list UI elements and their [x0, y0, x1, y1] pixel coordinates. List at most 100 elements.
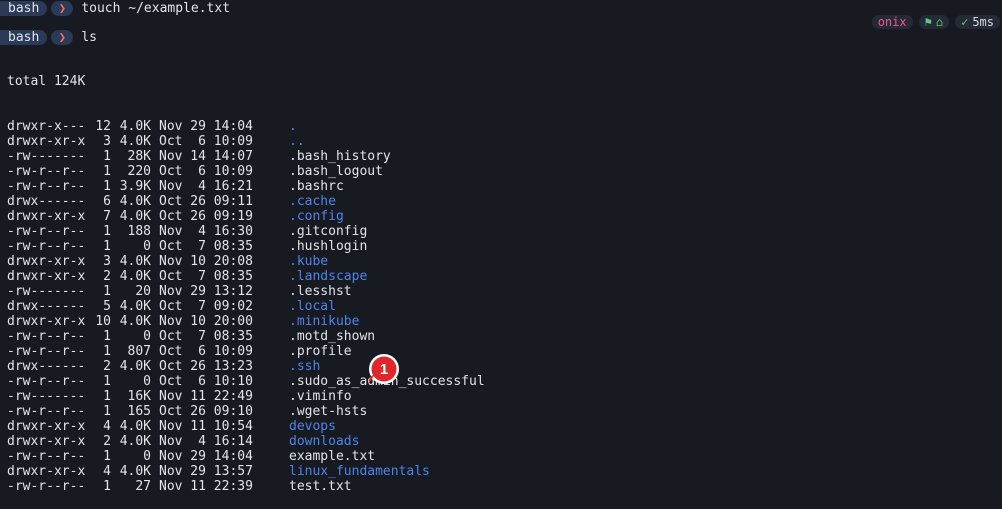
permissions-cell: -rw-r--r-- [7, 374, 86, 389]
size-cell: 4.0K [119, 419, 151, 434]
date-cell: Nov 11 22:39 [159, 479, 253, 494]
link-count-cell: 1 [103, 374, 111, 389]
date-cell: Nov 29 14:04 [159, 449, 253, 464]
prompt-arrow-icon: ❯ [51, 29, 74, 45]
size-cell: 165 [127, 404, 151, 419]
filename-cell: downloads [289, 434, 360, 449]
check-icon: ✓ [961, 15, 969, 29]
folder-icon: ⚑ [924, 15, 932, 29]
ls-output: total 124K drwxr-x--- 12 4.0K Nov 29 14:04.… [7, 44, 485, 509]
date-cell: Nov 11 22:49 [159, 389, 253, 404]
date-cell: Oct 6 10:10 [159, 374, 253, 389]
permissions-cell: -rw-r--r-- [7, 164, 86, 179]
home-icon: ⌂ [935, 15, 944, 29]
link-count-cell: 3 [103, 254, 111, 269]
size-cell: 4.0K [119, 434, 151, 449]
right-status-bar: onix ⚑ ⌂ ✓ 5ms [871, 15, 1000, 29]
list-item: -rw-r--r-- 1 3.9K Nov 4 16:21 .bashrc [7, 179, 485, 194]
list-item: drwxr-xr-x 10 4.0K Nov 10 20:00 .minikube [7, 314, 485, 329]
list-item: drwx------ 2 4.0K Oct 26 13:23 .ssh [7, 359, 485, 374]
link-count-cell: 1 [103, 329, 111, 344]
hostname-badge: onix [871, 15, 913, 29]
link-count-cell: 4 [103, 419, 111, 434]
filename-cell: .. [289, 134, 305, 149]
list-item: drwxr-xr-x 2 4.0K Oct 7 08:35 .landscape [7, 269, 485, 284]
size-cell: 0 [143, 449, 151, 464]
date-cell: Nov 29 13:12 [159, 284, 253, 299]
total-line: total 124K [7, 74, 86, 89]
permissions-cell: -rw-r--r-- [7, 344, 86, 359]
link-count-cell: 2 [103, 434, 111, 449]
permissions-cell: drwxr-xr-x [7, 134, 86, 149]
list-item: -rw-r--r-- 1 188 Nov 4 16:30 .gitconfig [7, 224, 485, 239]
date-cell: Nov 29 13:57 [159, 464, 253, 479]
list-item: drwx------ 5 4.0K Oct 7 09:02 .local [7, 299, 485, 314]
permissions-cell: drwxr-x--- [7, 119, 86, 134]
list-item: drwx------ 6 4.0K Oct 26 09:11 .cache [7, 194, 485, 209]
size-cell: 4.0K [119, 359, 151, 374]
list-item: drwxr-xr-x 2 4.0K Nov 4 16:14 downloads [7, 434, 485, 449]
size-cell: 16K [127, 389, 151, 404]
marker-label: 1 [380, 361, 388, 378]
size-cell: 4.0K [119, 299, 151, 314]
date-cell: Nov 4 16:21 [159, 179, 253, 194]
size-cell: 28K [127, 149, 151, 164]
size-cell: 0 [143, 329, 151, 344]
date-cell: Nov 4 16:14 [159, 434, 253, 449]
size-cell: 4.0K [119, 119, 151, 134]
permissions-cell: -rw-r--r-- [7, 479, 86, 494]
permissions-cell: drwxr-xr-x [7, 254, 86, 269]
filename-cell: .motd_shown [289, 329, 376, 344]
permissions-cell: drwxr-xr-x [7, 419, 86, 434]
permissions-cell: -rw-r--r-- [7, 179, 86, 194]
duration-badge: ✓ 5ms [955, 15, 1000, 29]
list-item: drwxr-xr-x 4 4.0K Nov 29 13:57 linux_fundame… [7, 464, 485, 479]
date-cell: Oct 7 08:35 [159, 329, 253, 344]
date-cell: Oct 6 10:09 [159, 344, 253, 359]
size-cell: 0 [143, 239, 151, 254]
date-cell: Nov 10 20:08 [159, 254, 253, 269]
list-item: -rw------- 1 28K Nov 14 14:07 .bash_history [7, 149, 485, 164]
filename-cell: .bash_history [289, 149, 391, 164]
date-cell: Nov 29 14:04 [159, 119, 253, 134]
shell-segment: bash [0, 29, 48, 45]
list-item: drwxr-xr-x 3 4.0K Nov 10 20:08 .kube [7, 254, 485, 269]
size-cell: 4.0K [119, 464, 151, 479]
permissions-cell: drwxr-xr-x [7, 434, 86, 449]
file-list: drwxr-x--- 12 4.0K Nov 29 14:04. drwxr-xr-x 3… [7, 119, 485, 494]
size-cell: 4.0K [119, 134, 151, 149]
filename-cell: test.txt [289, 479, 352, 494]
permissions-cell: -rw-r--r-- [7, 404, 86, 419]
prompt-line-1: bash ❯ touch ~/example.txt [0, 0, 230, 16]
duration-text: 5ms [972, 15, 994, 29]
filename-cell: .viminfo [289, 389, 352, 404]
link-count-cell: 6 [103, 194, 111, 209]
filename-cell: .local [289, 299, 336, 314]
list-item: -rw-r--r-- 1 220 Oct 6 10:09 .bash_logout [7, 164, 485, 179]
link-count-cell: 1 [103, 149, 111, 164]
date-cell: Oct 26 09:11 [159, 194, 253, 209]
list-item: -rw-r--r-- 1 807 Oct 6 10:09 .profile [7, 344, 485, 359]
list-item: -rw------- 1 16K Nov 11 22:49 .viminfo [7, 389, 485, 404]
list-item: -rw-r--r-- 1 165 Oct 26 09:10 .wget-hsts [7, 404, 485, 419]
filename-cell: .profile [289, 344, 352, 359]
permissions-cell: -rw------- [7, 389, 86, 404]
list-item: drwxr-x--- 12 4.0K Nov 29 14:04. [7, 119, 485, 134]
size-cell: 807 [127, 344, 151, 359]
list-item: -rw-r--r-- 1 27 Nov 11 22:39 test.txt [7, 479, 485, 494]
list-item: drwxr-xr-x 4 4.0K Nov 11 10:54 devops [7, 419, 485, 434]
date-cell: Oct 26 13:23 [159, 359, 253, 374]
list-item: -rw-r--r-- 1 0 Oct 7 08:35 .hushlogin [7, 239, 485, 254]
size-cell: 4.0K [119, 194, 151, 209]
link-count-cell: 12 [95, 119, 111, 134]
link-count-cell: 1 [103, 224, 111, 239]
link-count-cell: 1 [103, 479, 111, 494]
list-item: -rw------- 1 20 Nov 29 13:12 .lesshst [7, 284, 485, 299]
permissions-cell: drwxr-xr-x [7, 314, 86, 329]
date-cell: Oct 26 09:10 [159, 404, 253, 419]
size-cell: 3.9K [119, 179, 151, 194]
directory-badge: ⚑ ⌂ [918, 15, 950, 29]
link-count-cell: 7 [103, 209, 111, 224]
link-count-cell: 2 [103, 359, 111, 374]
date-cell: Oct 6 10:09 [159, 164, 253, 179]
